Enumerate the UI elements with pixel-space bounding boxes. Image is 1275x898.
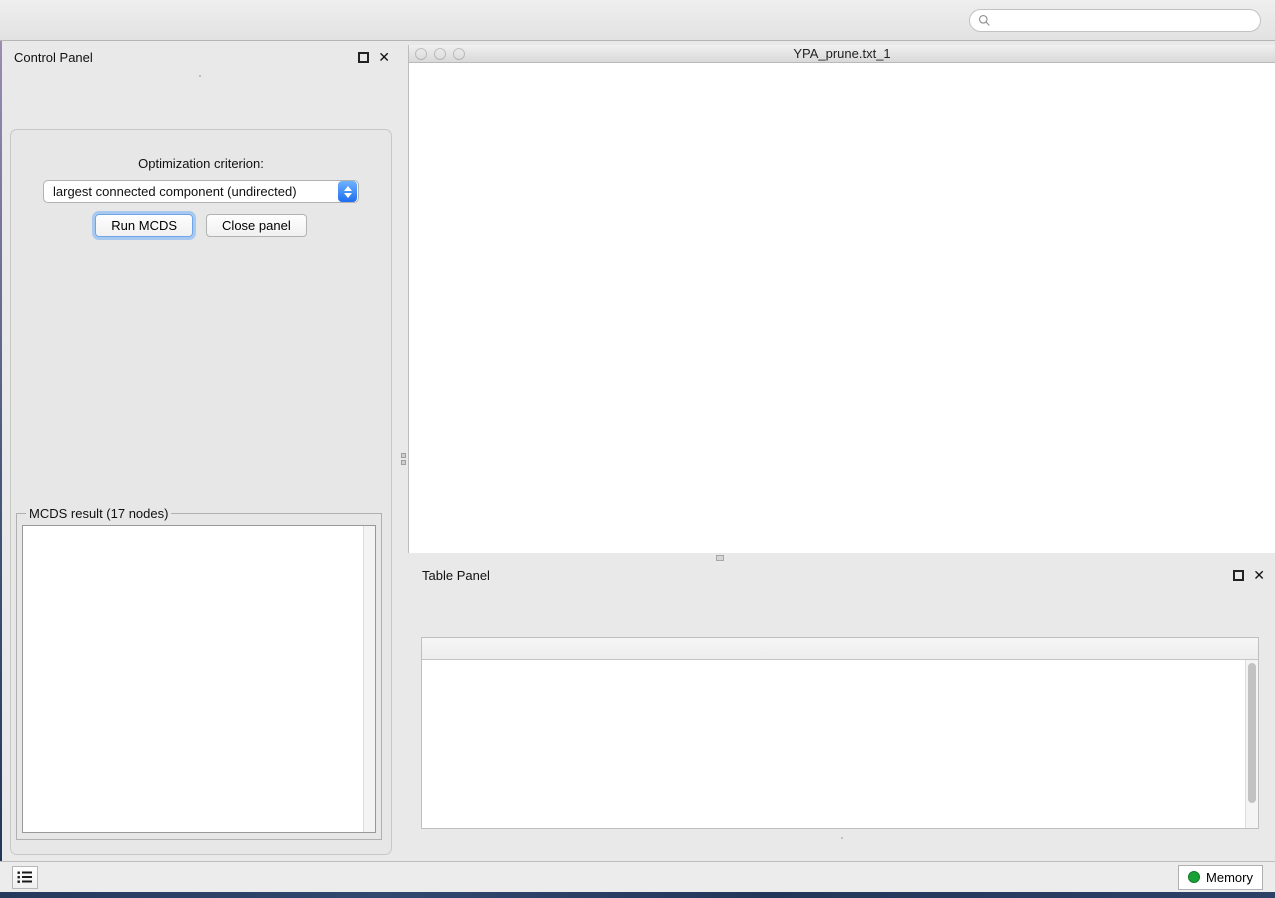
float-panel-icon[interactable] [358,52,369,63]
table-panel: Table Panel ✕ [408,563,1275,861]
network-titlebar: YPA_prune.txt_1 [409,45,1275,63]
table-panel-title: Table Panel [422,568,490,583]
table-panel-header: Table Panel ✕ [408,563,1275,587]
workspace: Control Panel ✕ Optimization criterion: … [0,41,1275,861]
table-scrollbar-thumb[interactable] [1248,663,1256,803]
cytoscape-window: Control Panel ✕ Optimization criterion: … [0,0,1275,898]
table-scrollbar[interactable] [1245,660,1258,828]
search-box[interactable] [969,9,1261,32]
mcds-result-title: MCDS result (17 nodes) [26,506,171,521]
close-table-panel-icon[interactable]: ✕ [1253,570,1265,581]
memory-label: Memory [1206,870,1253,885]
dropdown-stepper-icon [338,181,357,202]
control-panel-header: Control Panel ✕ [0,45,400,69]
table-splitter[interactable] [408,553,1275,563]
network-canvas[interactable] [409,63,1275,553]
splitter-handle-icon[interactable] [401,453,406,467]
mcds-tab-content: Optimization criterion: largest connecte… [10,129,392,855]
table-splitter-handle-icon[interactable] [716,555,724,561]
memory-button[interactable]: Memory [1178,865,1263,890]
control-panel: Control Panel ✕ Optimization criterion: … [0,45,400,861]
close-panel-button[interactable]: Close panel [206,214,307,237]
table-toolbar [422,591,1261,635]
float-table-panel-icon[interactable] [1233,570,1244,581]
mcds-result-group: MCDS result (17 nodes) [16,506,382,840]
network-window: YPA_prune.txt_1 [408,45,1275,553]
criterion-dropdown[interactable]: largest connected component (undirected) [43,180,359,203]
search-icon [978,14,991,27]
close-panel-icon[interactable]: ✕ [378,52,390,63]
network-title: YPA_prune.txt_1 [409,46,1275,61]
mcds-result-list[interactable] [22,525,376,833]
control-panel-title: Control Panel [14,50,93,65]
list-icon [17,870,33,884]
right-column: YPA_prune.txt_1 Table Panel [408,45,1275,861]
optimization-criterion-label: Optimization criterion: [11,156,391,171]
control-panel-tabbar [0,75,400,77]
list-scrollbar[interactable] [363,526,375,832]
run-mcds-button[interactable]: Run MCDS [95,214,193,237]
status-bar: Memory [0,861,1275,892]
table-tabbar [408,837,1275,839]
search-input[interactable] [996,13,1252,28]
panel-splitter[interactable] [400,45,408,861]
task-history-button[interactable] [12,866,38,889]
desktop-edge [0,41,2,861]
criterion-value: largest connected component (undirected) [44,184,338,199]
desktop-wallpaper [0,892,1275,898]
main-toolbar [0,0,1275,41]
node-table[interactable] [421,637,1259,829]
memory-status-icon [1188,871,1200,883]
